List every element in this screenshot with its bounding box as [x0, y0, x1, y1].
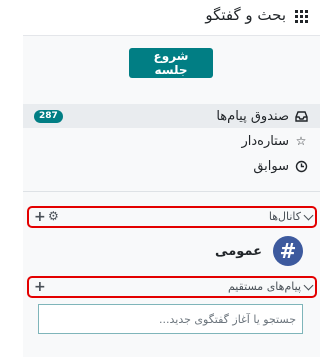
channel-avatar: # — [273, 236, 303, 266]
sidebar-item-label: سوابق — [253, 158, 289, 174]
chevron-down-icon[interactable] — [303, 210, 314, 221]
channels-section-header[interactable]: کانال‌ها ⚙ + — [27, 206, 317, 228]
sidebar-item-label: صندوق پیام‌ها — [216, 108, 289, 124]
sidebar-item-inbox[interactable]: صندوق پیام‌ها 287 — [23, 104, 320, 128]
inbox-icon — [294, 109, 308, 123]
plus-icon[interactable]: + — [34, 209, 46, 225]
apps-grid-icon[interactable] — [295, 10, 308, 23]
start-meeting-button[interactable]: شروع جلسه — [129, 48, 213, 78]
sidebar-item-history[interactable]: سوابق — [23, 154, 320, 178]
star-icon: ☆ — [295, 134, 307, 148]
sidebar-item-starred[interactable]: ☆ ستاره‌دار — [23, 129, 320, 153]
gear-icon[interactable]: ⚙ — [48, 209, 59, 223]
direct-messages-section-header[interactable]: پیام‌های مستقیم + — [27, 276, 317, 298]
channel-item-general[interactable]: # عمومی — [23, 236, 320, 268]
divider — [23, 191, 320, 192]
top-bar: بحث و گفتگو — [23, 0, 320, 36]
app-title: بحث و گفتگو — [205, 6, 286, 24]
search-input[interactable] — [38, 304, 303, 334]
direct-messages-section-label: پیام‌های مستقیم — [227, 280, 301, 293]
sidebar-item-label: ستاره‌دار — [241, 133, 289, 149]
channels-section-label: کانال‌ها — [268, 210, 301, 223]
channel-name: عمومی — [215, 244, 262, 259]
history-icon — [294, 159, 308, 173]
inbox-count-badge: 287 — [34, 109, 63, 123]
plus-icon[interactable]: + — [34, 279, 46, 295]
sidebar: شروع جلسه صندوق پیام‌ها 287 ☆ ستاره‌دار … — [23, 36, 320, 357]
chevron-down-icon[interactable] — [303, 280, 314, 291]
